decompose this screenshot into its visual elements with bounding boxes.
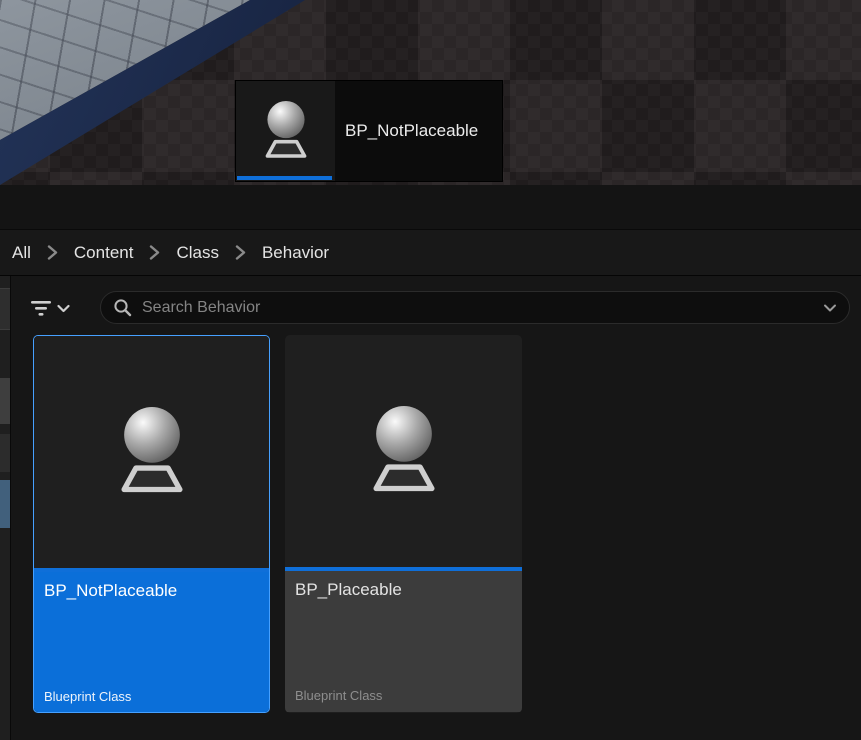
chevron-right-icon — [235, 245, 246, 260]
breadcrumb-item-class[interactable]: Class — [170, 243, 225, 263]
blueprint-sphere-icon — [361, 406, 447, 496]
drag-preview-thumbnail — [236, 81, 335, 181]
search-input[interactable] — [140, 298, 823, 318]
filters-button[interactable] — [30, 292, 70, 324]
asset-type: Blueprint Class — [44, 689, 131, 704]
drag-preview: BP_NotPlaceable — [235, 80, 503, 182]
asset-name: BP_Placeable — [295, 580, 512, 600]
asset-thumbnail — [34, 336, 269, 568]
chevron-right-icon — [149, 245, 160, 260]
search-bar[interactable] — [100, 291, 850, 324]
funnel-icon — [30, 299, 52, 317]
asset-label-area: BP_NotPlaceable Blueprint Class — [34, 572, 269, 713]
chevron-down-icon — [57, 304, 70, 313]
blueprint-sphere-icon — [109, 407, 195, 497]
magnifier-icon — [113, 298, 132, 317]
sources-item-selected[interactable] — [0, 480, 10, 528]
content-browser-header — [0, 185, 861, 230]
viewport-3d[interactable]: BP_NotPlaceable — [0, 0, 861, 185]
sources-item[interactable] — [0, 434, 10, 472]
breadcrumb-item-behavior[interactable]: Behavior — [256, 243, 335, 263]
sources-item[interactable] — [0, 378, 10, 424]
asset-name: BP_NotPlaceable — [44, 581, 259, 601]
asset-type: Blueprint Class — [295, 688, 382, 703]
asset-label-area: BP_Placeable Blueprint Class — [285, 571, 522, 712]
sources-item[interactable] — [0, 288, 10, 330]
chevron-right-icon — [47, 245, 58, 260]
asset-tile-bp-placeable[interactable]: BP_Placeable Blueprint Class — [285, 335, 522, 713]
asset-thumbnail — [285, 335, 522, 567]
chevron-down-icon[interactable] — [823, 303, 837, 313]
drag-preview-label: BP_NotPlaceable — [345, 121, 478, 141]
asset-tile-bp-notplaceable[interactable]: BP_NotPlaceable Blueprint Class — [33, 335, 270, 713]
breadcrumb-item-content[interactable]: Content — [68, 243, 140, 263]
drag-preview-progress-bar — [237, 176, 332, 180]
breadcrumb-item-all[interactable]: All — [6, 243, 37, 263]
breadcrumb: All Content Class Behavior — [0, 230, 861, 276]
blueprint-sphere-icon — [257, 101, 315, 161]
sources-panel-sliver — [0, 276, 11, 740]
